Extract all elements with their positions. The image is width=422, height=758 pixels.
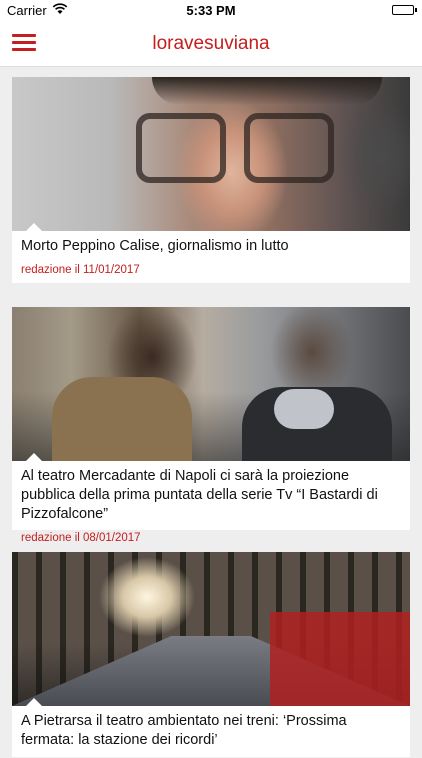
article-title[interactable]: A Pietrarsa il teatro ambientato nei tre… [12,706,410,750]
battery-tip [415,8,417,12]
article-card[interactable]: A Pietrarsa il teatro ambientato nei tre… [12,552,410,757]
article-meta: redazione il 11/01/2017 [21,264,140,276]
status-bar: Carrier 5:33 PM [0,0,422,20]
article-image[interactable] [12,552,410,706]
article-card[interactable]: Morto Peppino Calise, giornalismo in lut… [12,77,410,283]
article-card[interactable]: Al teatro Mercadante di Napoli ci sarà l… [12,307,410,544]
article-image[interactable] [12,307,410,461]
app-title: loravesuviana [152,33,270,54]
article-image[interactable] [12,77,410,231]
article-meta [12,750,410,758]
article-title[interactable]: Al teatro Mercadante di Napoli ci sarà l… [12,461,410,524]
nav-bar: loravesuviana [0,20,422,67]
battery-icon [392,5,414,15]
article-meta: redazione il 08/01/2017 [21,532,141,544]
clock: 5:33 PM [186,3,236,18]
article-title[interactable]: Morto Peppino Calise, giornalismo in lut… [12,231,410,256]
